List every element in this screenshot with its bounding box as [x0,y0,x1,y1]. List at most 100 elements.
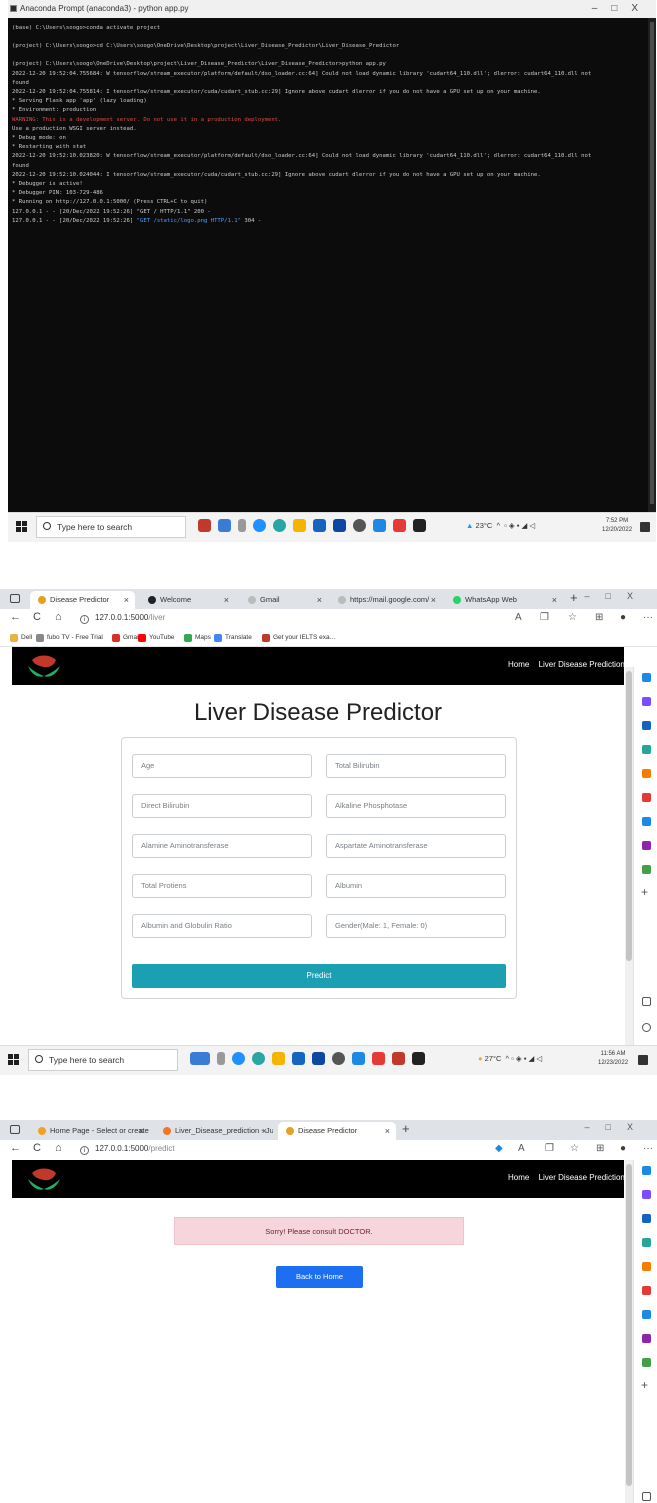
mail-icon[interactable] [312,1052,325,1065]
task-view-icon[interactable] [238,519,246,532]
reading-icon[interactable]: ❐ [545,1143,554,1154]
copilot-icon[interactable] [642,697,651,706]
window-controls[interactable]: –□X [585,591,649,601]
form-input[interactable]: Total Protiens [132,874,312,898]
nav-predict-link[interactable]: Liver Disease Prediction [539,1173,625,1182]
tab-actions-icon[interactable] [10,1125,20,1134]
office-icon[interactable] [642,1286,651,1295]
browser-tab[interactable]: Welcome × [140,591,235,609]
form-input[interactable]: Alamine Aminotransferase [132,834,312,858]
add-icon[interactable]: + [641,1378,650,1392]
refresh-icon[interactable]: C [33,611,41,623]
taskbar-apps[interactable] [190,1052,425,1065]
back-icon[interactable]: ← [10,1142,21,1154]
close-tab-icon[interactable]: × [431,591,436,609]
window-controls[interactable]: –□X [585,1122,649,1132]
chrome-icon[interactable] [252,1052,265,1065]
close-tab-icon[interactable]: × [262,1122,267,1140]
explorer-icon[interactable] [293,519,306,532]
terminal-output[interactable]: (base) C:\Users\soogo>conda activate pro… [8,18,648,512]
home-icon[interactable]: ⌂ [55,1142,62,1154]
notification-icon[interactable] [638,1055,648,1065]
browser-tab[interactable]: Disease Predictor × [30,591,135,609]
url-field[interactable]: i 127.0.0.1:5000/predict [80,1144,175,1155]
browser-tab[interactable]: Gmail × [240,591,328,609]
close-tab-icon[interactable]: × [317,591,322,609]
form-input[interactable]: Age [132,754,312,778]
back-to-home-button[interactable]: Back to Home [276,1266,363,1288]
edge-icon[interactable] [253,519,266,532]
split-screen-icon[interactable] [642,1492,651,1501]
bookmark-item[interactable]: YouTube [138,629,175,647]
bookmark-item[interactable]: Get your IELTS exa... [262,629,335,647]
favorites-icon[interactable]: ☆ [570,1143,579,1154]
terminal-task-icon[interactable] [413,519,426,532]
search-icon[interactable] [642,673,651,682]
task-view-icon[interactable] [217,1052,225,1065]
form-input[interactable]: Albumin and Globulin Ratio [132,914,312,938]
new-tab-button[interactable]: + [402,1121,410,1136]
office-icon[interactable] [372,1052,385,1065]
start-icon[interactable] [8,1054,19,1065]
browser-tab[interactable]: Liver_Disease_prediction - Jupyt × [155,1122,273,1140]
bookmark-item[interactable]: Maps [184,629,211,647]
bookmark-item[interactable]: Gmail [112,629,140,647]
app-icon[interactable] [190,1052,210,1065]
taskbar-apps[interactable] [198,519,426,532]
page-scrollbar[interactable] [625,1160,633,1503]
dell-icon[interactable] [332,1052,345,1065]
url-field[interactable]: i 127.0.0.1:5000/liver [80,613,165,624]
split-screen-icon[interactable] [642,997,651,1006]
chrome-icon[interactable] [273,519,286,532]
close-tab-icon[interactable]: × [224,591,229,609]
back-icon[interactable]: ← [10,611,21,623]
profile-icon[interactable]: ● [620,612,626,623]
collections-icon[interactable]: ⊞ [596,1143,604,1154]
outlook-icon[interactable] [642,1310,651,1319]
close-tab-icon[interactable]: × [139,1122,144,1140]
form-input[interactable]: Total Bilirubin [326,754,506,778]
bookmark-item[interactable]: Translate [214,629,252,647]
browser-tab[interactable]: Disease Predictor × [278,1122,396,1140]
more-icon[interactable]: ··· [643,1143,653,1154]
search-icon[interactable] [642,1166,651,1175]
close-tab-icon[interactable]: × [124,591,129,609]
app-icon[interactable] [373,519,386,532]
app-icon[interactable] [198,519,211,532]
new-tab-button[interactable]: + [570,590,578,605]
close-tab-icon[interactable]: × [385,1122,390,1140]
drop-icon[interactable] [642,1358,651,1367]
refresh-icon[interactable]: C [33,1142,41,1154]
shopping-icon[interactable] [642,1214,651,1223]
predict-button[interactable]: Predict [132,964,506,988]
clock[interactable]: 7:52 PM 12/20/2022 [602,517,632,535]
mail-icon[interactable] [333,519,346,532]
app-icon[interactable] [392,1052,405,1065]
games-icon[interactable] [642,1262,651,1271]
terminal-scrollbar[interactable] [648,18,656,512]
tools-icon[interactable] [642,745,651,754]
edge-icon[interactable] [232,1052,245,1065]
outlook-icon[interactable] [642,817,651,826]
store-icon[interactable] [292,1052,305,1065]
nav-home-link[interactable]: Home [508,660,529,669]
clock[interactable]: 11:56 AM 12/23/2022 [598,1050,628,1068]
reading-icon[interactable]: ❐ [540,612,549,623]
collections-icon[interactable]: ⊞ [595,612,603,623]
add-icon[interactable]: + [641,885,650,899]
home-icon[interactable]: ⌂ [55,611,62,623]
tools-icon[interactable] [642,1238,651,1247]
bookmark-item[interactable]: fubo TV - Free Trial [36,629,103,647]
taskbar-search[interactable]: Type here to search [28,1049,178,1071]
profile-icon[interactable]: ● [620,1143,626,1154]
close-tab-icon[interactable]: × [552,591,557,609]
settings-icon[interactable] [642,1023,651,1032]
browser-tab[interactable]: Home Page - Select or create a × [30,1122,150,1140]
form-input[interactable]: Gender(Male: 1, Female: 0) [326,914,506,938]
explorer-icon[interactable] [272,1052,285,1065]
app-icon[interactable] [352,1052,365,1065]
extension-icon[interactable]: ◆ [495,1143,503,1154]
terminal-task-icon[interactable] [412,1052,425,1065]
read-aloud-icon[interactable]: A [515,612,522,623]
nav-predict-link[interactable]: Liver Disease Prediction [539,660,625,669]
